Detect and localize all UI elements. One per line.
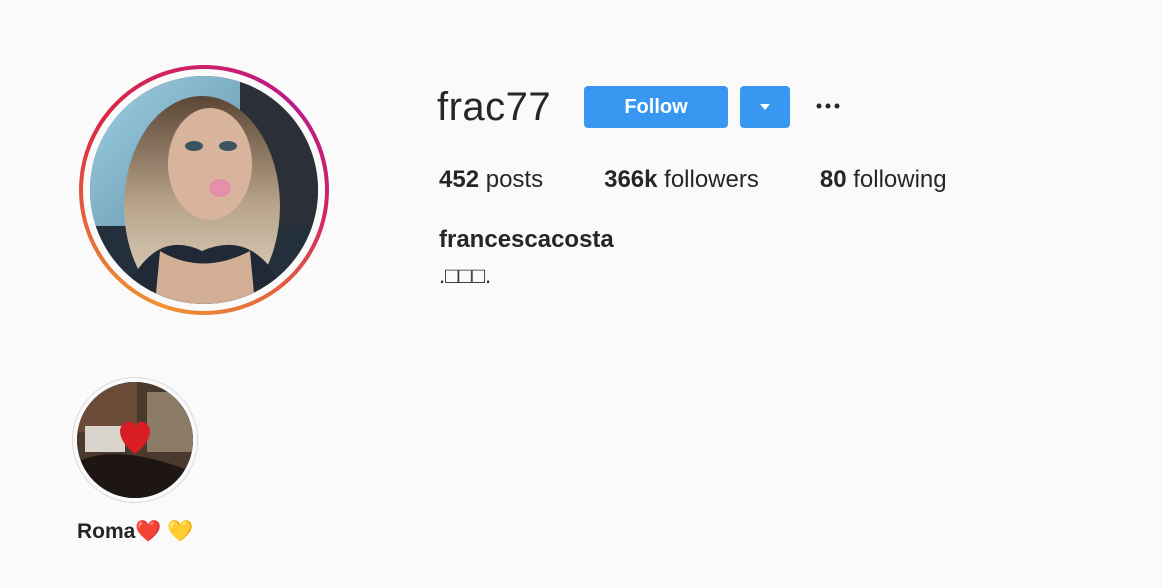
- following-label: following: [853, 166, 947, 193]
- highlight-label[interactable]: Roma❤️ 💛: [77, 518, 193, 546]
- avatar-photo: [90, 76, 318, 304]
- following-stat[interactable]: 80 following: [820, 164, 947, 196]
- followers-label: followers: [664, 166, 759, 193]
- profile-avatar[interactable]: [79, 65, 329, 315]
- follow-button[interactable]: Follow: [584, 86, 728, 128]
- story-highlight[interactable]: [72, 377, 198, 503]
- highlight-cover: [77, 382, 193, 498]
- profile-page: frac77 Follow 452 posts 366k followers 8…: [0, 0, 1162, 588]
- avatar-photo-art: [90, 76, 318, 304]
- profile-stats: 452 posts 366k followers 80 following: [439, 164, 1008, 196]
- caret-down-icon: [760, 104, 770, 110]
- profile-bio: .□□□.: [439, 263, 492, 288]
- following-count: 80: [819, 166, 847, 193]
- profile-full-name: francescacosta: [439, 226, 614, 253]
- followers-count: 366k: [604, 166, 658, 193]
- posts-label: posts: [485, 166, 544, 193]
- highlight-cover-art: [77, 382, 193, 498]
- profile-username: frac77: [437, 85, 552, 129]
- posts-count: 452: [439, 166, 480, 193]
- suggested-dropdown-button[interactable]: [740, 86, 790, 128]
- ellipsis-icon: [816, 103, 840, 109]
- more-options-button[interactable]: [812, 90, 844, 122]
- followers-stat[interactable]: 366k followers: [604, 164, 759, 196]
- posts-stat: 452 posts: [439, 164, 543, 196]
